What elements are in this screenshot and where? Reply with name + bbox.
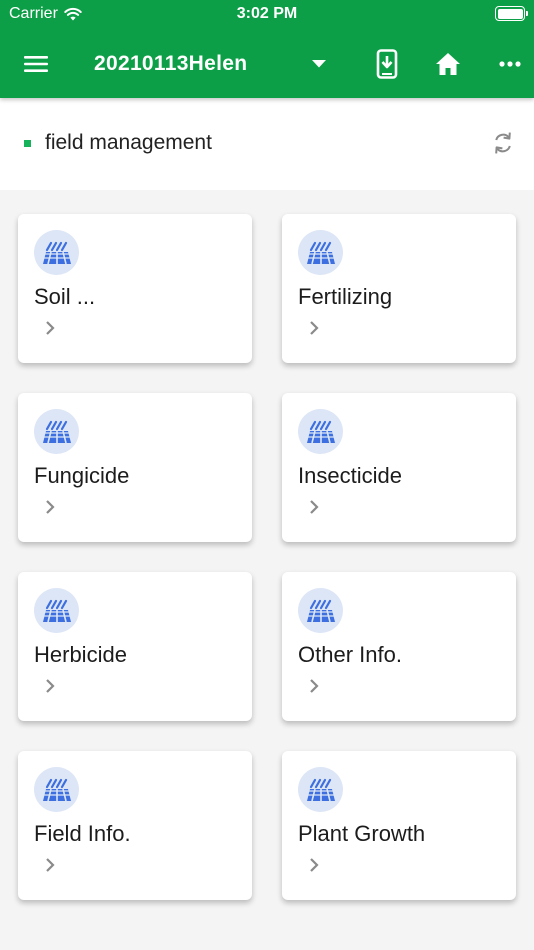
card-field-info[interactable]: Field Info. <box>18 751 252 900</box>
card-herbicide[interactable]: Herbicide <box>18 572 252 721</box>
field-rows-icon <box>298 588 343 633</box>
home-icon <box>436 53 460 75</box>
toolbar: 20210113Helen <box>0 28 534 98</box>
field-selector-dropdown[interactable]: 20210113Helen <box>84 42 334 86</box>
status-bar: Carrier 3:02 PM <box>0 0 534 28</box>
card-fertilizing[interactable]: Fertilizing <box>282 214 516 363</box>
chevron-right-icon <box>306 499 322 515</box>
chevron-right-icon <box>306 320 322 336</box>
card-label: Fungicide <box>34 463 130 488</box>
card-label: Plant Growth <box>298 821 426 846</box>
section-bullet <box>24 140 31 147</box>
field-rows-icon <box>298 230 343 275</box>
refresh-button[interactable] <box>488 128 518 158</box>
card-label: Insecticide <box>298 463 402 488</box>
field-rows-icon <box>298 767 343 812</box>
card-plant-growth[interactable]: Plant Growth <box>282 751 516 900</box>
dropdown-arrow-icon <box>312 60 326 68</box>
card-label: Other Info. <box>298 642 402 667</box>
field-selector-title: 20210113Helen <box>94 52 248 75</box>
card-insecticide[interactable]: Insecticide <box>282 393 516 542</box>
field-rows-icon <box>34 409 79 454</box>
card-label: Herbicide <box>34 642 127 667</box>
field-rows-icon <box>34 230 79 275</box>
chevron-right-icon <box>42 499 58 515</box>
card-label: Soil ... <box>34 284 96 309</box>
card-label: Fertilizing <box>298 284 393 309</box>
battery-icon <box>495 6 528 21</box>
field-rows-icon <box>34 767 79 812</box>
refresh-icon <box>495 132 511 154</box>
chevron-right-icon <box>42 678 58 694</box>
download-to-phone-icon <box>376 49 398 79</box>
section-title: field management <box>45 131 212 154</box>
chevron-right-icon <box>306 678 322 694</box>
field-rows-icon <box>34 588 79 633</box>
chevron-right-icon <box>306 857 322 873</box>
menu-icon <box>24 56 48 72</box>
more-horizontal-icon <box>499 61 521 67</box>
field-rows-icon <box>298 409 343 454</box>
section-header: field management <box>0 98 534 190</box>
app-bar: Carrier 3:02 PM 20210113Helen <box>0 0 534 98</box>
home-button[interactable] <box>426 42 470 86</box>
menu-button[interactable] <box>14 42 58 86</box>
card-fungicide[interactable]: Fungicide <box>18 393 252 542</box>
download-button[interactable] <box>365 42 409 86</box>
chevron-right-icon <box>42 857 58 873</box>
status-time: 3:02 PM <box>236 5 298 22</box>
card-label: Field Info. <box>34 821 131 846</box>
chevron-right-icon <box>42 320 58 336</box>
more-options-button[interactable] <box>488 42 532 86</box>
card-soil[interactable]: Soil ... <box>18 214 252 363</box>
card-other-info[interactable]: Other Info. <box>282 572 516 721</box>
